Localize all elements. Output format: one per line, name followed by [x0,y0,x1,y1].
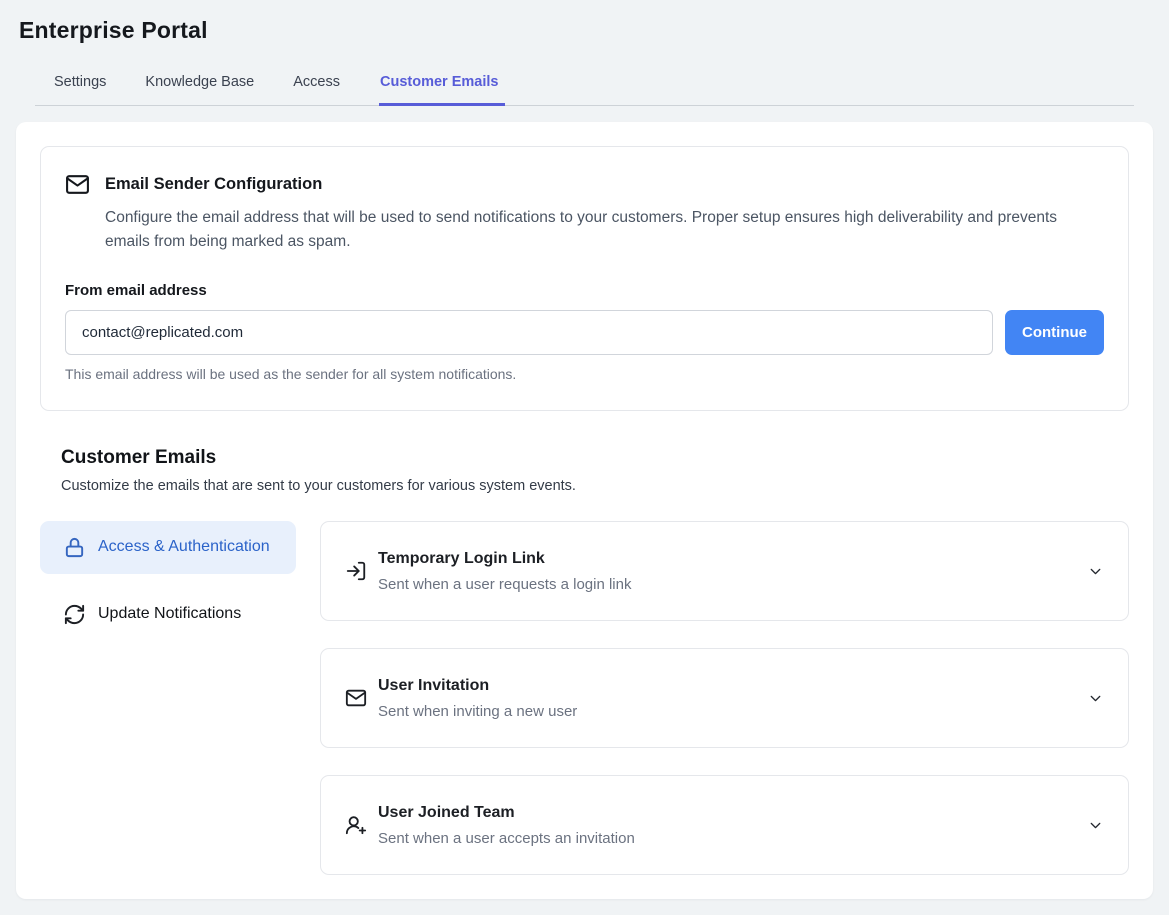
continue-button[interactable]: Continue [1005,310,1104,355]
lock-icon [63,536,86,559]
section-title: Customer Emails [61,447,1129,469]
email-item-subtitle: Sent when inviting a new user [378,702,1075,722]
login-icon [345,560,367,582]
email-item-title: User Joined Team [378,802,1075,824]
tab-bar: Settings Knowledge Base Access Customer … [35,65,1134,106]
refresh-icon [63,603,86,626]
tab-customer-emails[interactable]: Customer Emails [379,65,505,106]
email-template-list: Temporary Login Link Sent when a user re… [320,521,1129,875]
email-item-subtitle: Sent when a user requests a login link [378,575,1075,595]
chevron-down-icon[interactable] [1087,690,1104,707]
sidebar-item-label: Update Notifications [98,603,241,626]
customer-emails-section: Customer Emails Customize the emails tha… [40,447,1129,875]
user-plus-icon [345,814,367,836]
email-item-user-joined-team[interactable]: User Joined Team Sent when a user accept… [320,775,1129,875]
section-subtitle: Customize the emails that are sent to yo… [61,478,1129,494]
from-email-label: From email address [65,282,1104,299]
email-item-title: Temporary Login Link [378,548,1075,570]
card-description: Configure the email address that will be… [105,206,1090,255]
email-category-sidebar: Access & Authentication Update Notificat… [40,521,296,641]
tab-knowledge-base[interactable]: Knowledge Base [145,65,254,105]
mail-icon [65,172,90,197]
sidebar-item-label: Access & Authentication [98,536,270,559]
card-header: Email Sender Configuration [65,172,1104,197]
chevron-down-icon[interactable] [1087,817,1104,834]
page-header: Enterprise Portal Settings Knowledge Bas… [0,0,1169,106]
sidebar-item-access-authentication[interactable]: Access & Authentication [40,521,296,574]
tab-access[interactable]: Access [293,65,340,105]
from-email-row: Continue [65,310,1104,355]
sidebar-item-update-notifications[interactable]: Update Notifications [40,588,296,641]
chevron-down-icon[interactable] [1087,563,1104,580]
email-item-text: User Invitation Sent when inviting a new… [378,675,1075,721]
email-item-text: Temporary Login Link Sent when a user re… [378,548,1075,594]
tab-settings[interactable]: Settings [54,65,106,105]
page-title: Enterprise Portal [19,17,1150,44]
customer-emails-content: Access & Authentication Update Notificat… [40,521,1129,875]
section-header: Customer Emails Customize the emails tha… [61,447,1129,494]
card-title: Email Sender Configuration [105,175,322,194]
email-sender-card: Email Sender Configuration Configure the… [40,146,1129,411]
email-item-subtitle: Sent when a user accepts an invitation [378,829,1075,849]
from-email-input[interactable] [65,310,993,355]
email-item-user-invitation[interactable]: User Invitation Sent when inviting a new… [320,648,1129,748]
mail-icon [345,687,367,709]
email-item-text: User Joined Team Sent when a user accept… [378,802,1075,848]
email-helper-text: This email address will be used as the s… [65,366,1104,382]
email-item-title: User Invitation [378,675,1075,697]
main-panel: Email Sender Configuration Configure the… [16,122,1153,899]
email-item-temporary-login-link[interactable]: Temporary Login Link Sent when a user re… [320,521,1129,621]
